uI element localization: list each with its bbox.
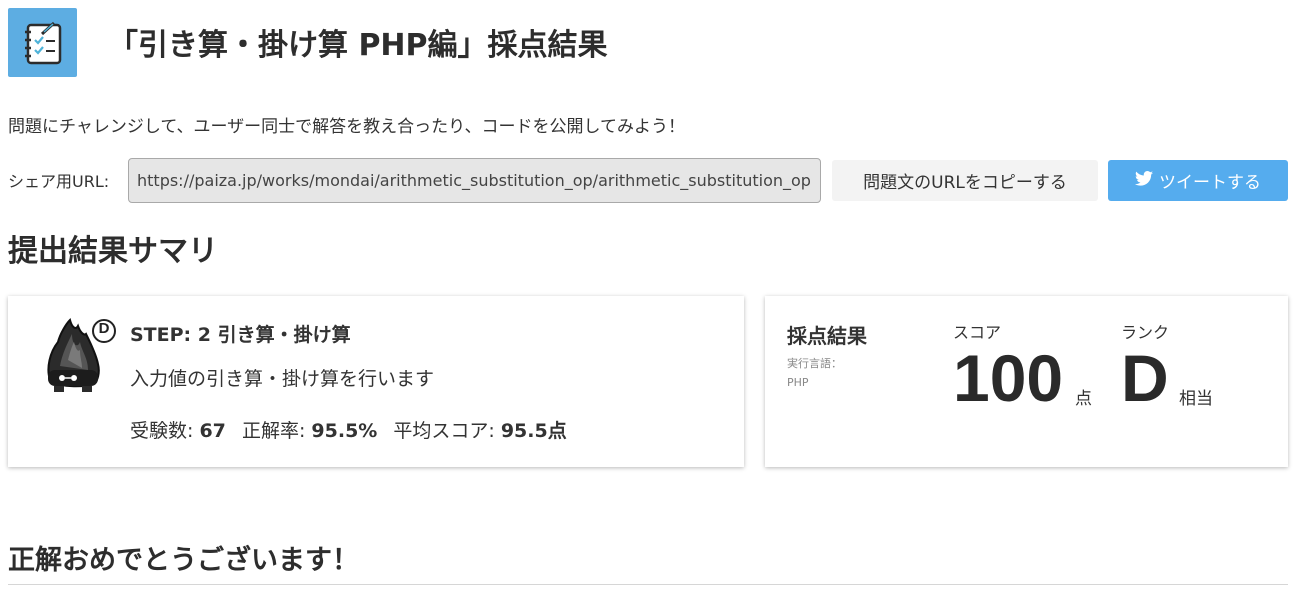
- tweet-button[interactable]: ツイートする: [1108, 160, 1288, 201]
- rank-unit: 相当: [1179, 389, 1213, 409]
- notebook-checklist-icon: [8, 8, 77, 77]
- tweet-button-label: ツイートする: [1159, 173, 1261, 193]
- rank-d-monster-icon: D: [38, 316, 118, 400]
- share-url-field[interactable]: [128, 158, 821, 203]
- step-title: STEP: 2 引き算・掛け算: [130, 324, 351, 346]
- twitter-bird-icon: [1135, 170, 1153, 191]
- language-value: PHP: [787, 376, 809, 389]
- average-score-label: 平均スコア:: [393, 420, 495, 442]
- share-url-label: シェア用URL:: [8, 172, 110, 191]
- average-score-value: 95.5点: [500, 420, 567, 442]
- problem-stats: 受験数: 67 正解率: 95.5% 平均スコア: 95.5点: [130, 416, 567, 443]
- step-description: 入力値の引き算・掛け算を行います: [130, 368, 435, 390]
- intro-text: 問題にチャレンジして、ユーザー同士で解答を教え合ったり、コードを公開してみよう！: [8, 117, 685, 137]
- rank-badge: D: [98, 320, 110, 337]
- problem-card: D STEP: 2 引き算・掛け算 入力値の引き算・掛け算を行います 受験数: …: [8, 296, 744, 467]
- rank-value: D: [1121, 341, 1169, 415]
- page-title: 「引き算・掛け算 PHP編」採点結果: [108, 28, 608, 63]
- result-page: 「引き算・掛け算 PHP編」採点結果 問題にチャレンジして、ユーザー同士で解答を…: [0, 0, 1303, 596]
- summary-title: 提出結果サマリ: [8, 234, 218, 269]
- language-label: 実行言語：: [787, 357, 842, 370]
- accuracy-label: 正解率:: [241, 420, 306, 442]
- examinees-label: 受験数:: [130, 420, 194, 442]
- score-value: 100: [953, 341, 1064, 415]
- copy-url-button[interactable]: 問題文のURLをコピーする: [832, 160, 1098, 201]
- examinees-value: 67: [199, 420, 226, 442]
- divider: [8, 584, 1288, 585]
- congrats-heading: 正解おめでとうございます！: [8, 545, 359, 576]
- accuracy-value: 95.5%: [311, 420, 378, 442]
- score-card: 採点結果 実行言語： PHP スコア 100 点 ランク D 相当: [765, 296, 1288, 467]
- result-heading: 採点結果: [787, 324, 867, 348]
- score-unit: 点: [1075, 389, 1092, 409]
